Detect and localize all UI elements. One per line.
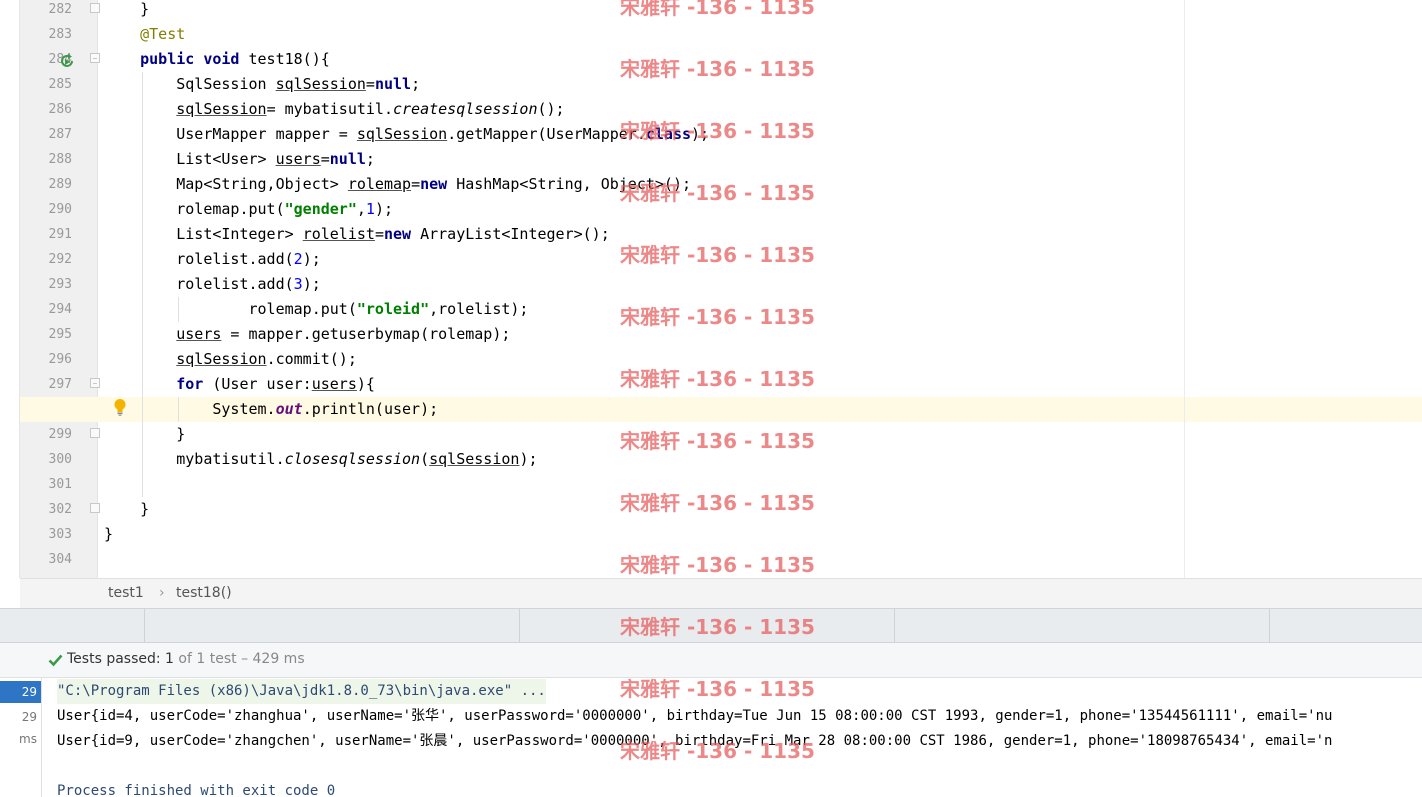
code-line: sqlSession= mybatisutil.createsqlsession… bbox=[176, 100, 565, 118]
code-line: sqlSession.commit(); bbox=[176, 350, 357, 368]
toolbar-divider bbox=[894, 609, 895, 644]
toolbar-divider bbox=[144, 609, 145, 644]
code-line: users = mapper.getuserbymap(rolemap); bbox=[176, 325, 511, 343]
code-line: } bbox=[104, 500, 150, 518]
line-number: 296 bbox=[48, 352, 72, 367]
line-number: 297 bbox=[48, 377, 72, 392]
test-duration: – 429 ms bbox=[241, 651, 305, 667]
toolbar-divider bbox=[1269, 609, 1270, 644]
console-output[interactable]: 29 ms 29 ms "C:\Program Files (x86)\Java… bbox=[0, 678, 1422, 797]
code-line: rolelist.add(3); bbox=[104, 275, 321, 293]
total-tests: of 1 test bbox=[178, 651, 237, 667]
run-panel-toolbar bbox=[0, 608, 1422, 644]
console-output-line: User{id=4, userCode='zhanghua', userName… bbox=[57, 708, 1333, 724]
line-number: 299 bbox=[48, 427, 72, 442]
code-line: List<User> users=null; bbox=[104, 150, 375, 168]
run-test-gutter-icon[interactable] bbox=[59, 53, 75, 69]
check-icon bbox=[48, 654, 63, 667]
line-number: 287 bbox=[48, 127, 72, 142]
passed-count: 1 bbox=[165, 651, 174, 667]
fold-marker-icon[interactable] bbox=[90, 3, 100, 13]
code-line: rolelist.add(2); bbox=[104, 250, 321, 268]
line-number: 301 bbox=[48, 477, 72, 492]
breadcrumb-class[interactable]: test1 bbox=[108, 585, 144, 601]
line-number: 288 bbox=[48, 152, 72, 167]
code-line: System.out.println(user); bbox=[104, 400, 439, 418]
line-number: 286 bbox=[48, 102, 72, 117]
editor-gutter[interactable]: 282 283 284 285 286 287 288 289 290 291 … bbox=[20, 0, 98, 578]
code-line: @Test bbox=[140, 25, 186, 43]
right-margin-guide bbox=[1184, 0, 1185, 578]
editor-left-strip bbox=[0, 0, 20, 578]
toolbar-divider bbox=[519, 609, 520, 644]
line-number: 303 bbox=[48, 527, 72, 542]
test-status-text: Tests passed: 1 of 1 test – 429 ms bbox=[67, 651, 305, 667]
console-exit-message: Process finished with exit code 0 bbox=[57, 783, 336, 797]
code-line: rolemap.put("roleid",rolelist); bbox=[104, 300, 529, 318]
test-timing[interactable]: 29 ms bbox=[0, 706, 41, 746]
code-line: } bbox=[104, 525, 114, 543]
code-line: rolemap.put("gender",1); bbox=[104, 200, 393, 218]
code-line: SqlSession sqlSession=null; bbox=[104, 75, 421, 93]
line-number: 302 bbox=[48, 502, 72, 517]
code-line: List<Integer> rolelist=new ArrayList<Int… bbox=[104, 225, 610, 243]
test-status-bar: Tests passed: 1 of 1 test – 429 ms bbox=[0, 643, 1422, 678]
line-number: 283 bbox=[48, 27, 72, 42]
status-label: Tests passed: bbox=[67, 651, 161, 667]
line-number: 282 bbox=[48, 2, 72, 17]
test-tree[interactable]: 29 ms 29 ms bbox=[0, 678, 42, 797]
code-line: mybatisutil.closesqlsession(sqlSession); bbox=[104, 450, 538, 468]
test-timing-selected[interactable]: 29 ms bbox=[0, 681, 41, 721]
code-line: UserMapper mapper = sqlSession.getMapper… bbox=[104, 125, 710, 143]
line-number: 290 bbox=[48, 202, 72, 217]
fold-marker-icon[interactable] bbox=[90, 53, 100, 63]
line-number: 291 bbox=[48, 227, 72, 242]
line-number: 295 bbox=[48, 327, 72, 342]
line-number: 294 bbox=[48, 302, 72, 317]
console-command-line[interactable]: "C:\Program Files (x86)\Java\jdk1.8.0_73… bbox=[57, 679, 546, 704]
line-number: 285 bbox=[48, 77, 72, 92]
line-number: 300 bbox=[48, 452, 72, 467]
line-number: 304 bbox=[48, 552, 72, 567]
code-line: } bbox=[104, 0, 150, 18]
breadcrumb: test1 › test18() bbox=[20, 578, 1422, 608]
fold-marker-icon[interactable] bbox=[90, 503, 100, 513]
line-number: 289 bbox=[48, 177, 72, 192]
code-line: Map<String,Object> rolemap=new HashMap<S… bbox=[104, 175, 692, 193]
fold-marker-icon[interactable] bbox=[90, 428, 100, 438]
code-line: public void test18(){ bbox=[140, 50, 330, 68]
breadcrumb-separator: › bbox=[159, 585, 165, 601]
code-editor[interactable]: 282 283 284 285 286 287 288 289 290 291 … bbox=[0, 0, 1422, 578]
line-number: 293 bbox=[48, 277, 72, 292]
line-number: 292 bbox=[48, 252, 72, 267]
fold-marker-icon[interactable] bbox=[90, 378, 100, 388]
breadcrumb-method[interactable]: test18() bbox=[176, 585, 232, 601]
code-line: for (User user:users){ bbox=[176, 375, 375, 393]
console-output-line: User{id=9, userCode='zhangchen', userNam… bbox=[57, 733, 1333, 749]
code-line: } bbox=[104, 425, 186, 443]
